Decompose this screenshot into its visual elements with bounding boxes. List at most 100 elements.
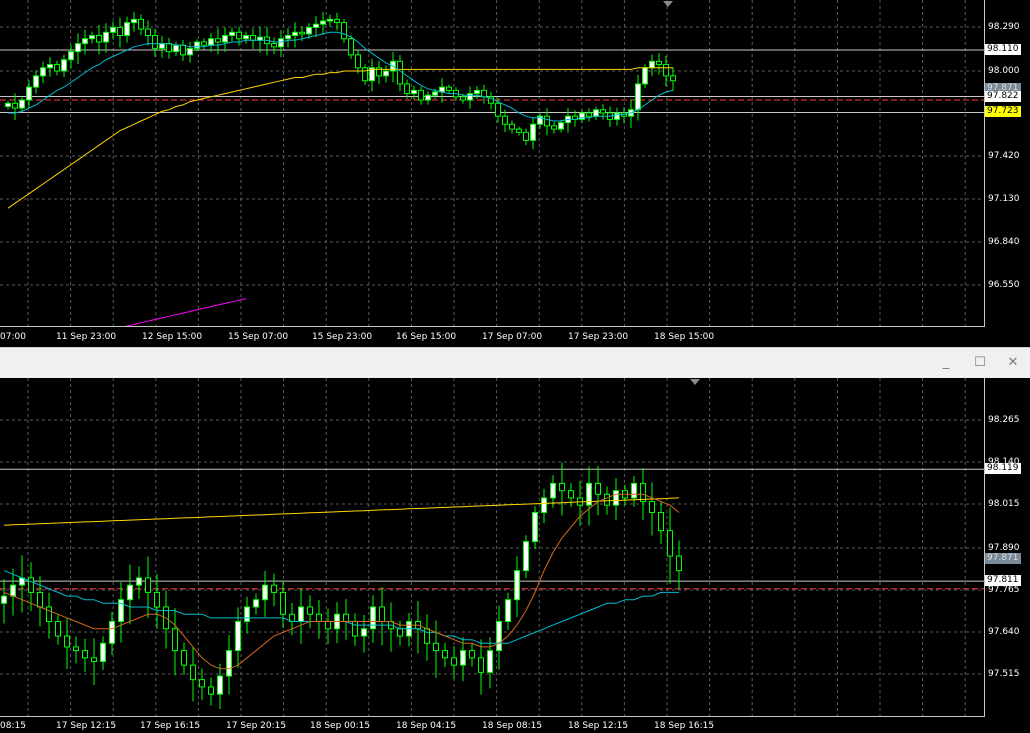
candle-body <box>600 109 606 114</box>
price-level-box[interactable]: 98.110 <box>985 44 1021 56</box>
candle-body <box>327 18 333 22</box>
time-tick-label: 17 Sep 23:00 <box>568 332 629 342</box>
candle-body <box>12 102 18 109</box>
price-plot-area[interactable] <box>0 0 985 327</box>
candle-body <box>271 43 277 48</box>
candle-body <box>325 621 331 630</box>
time-tick-label: 18 Sep 16:15 <box>654 721 715 731</box>
price-level-box[interactable]: 97.811 <box>985 575 1021 587</box>
candle-body <box>199 679 205 688</box>
candle-body <box>235 621 241 652</box>
moving-average-slow <box>7 67 673 209</box>
maximize-icon[interactable]: ☐ <box>970 354 990 372</box>
candle-body <box>635 83 641 111</box>
candle-body <box>568 490 574 499</box>
candlestick-chart-top <box>0 0 984 326</box>
price-axis[interactable]: 98.290 98.000 97.420 97.130 96.840 96.550 98.1… <box>985 0 1030 326</box>
price-tick-label: 96.550 <box>988 280 1020 290</box>
candle-body <box>341 22 347 40</box>
candle-body <box>495 102 501 117</box>
candle-body <box>110 26 116 33</box>
candle-body <box>127 584 133 601</box>
candle-body <box>154 591 160 608</box>
candle-body <box>362 67 368 82</box>
candle-body <box>194 41 200 49</box>
candle-body <box>334 18 340 24</box>
candle-body <box>1 595 7 604</box>
minimize-icon[interactable]: _ <box>936 354 956 372</box>
candle-body <box>505 599 511 623</box>
candle-body <box>91 657 97 662</box>
candle-body <box>278 38 284 48</box>
candle-body <box>187 47 193 56</box>
price-level-box[interactable]: 98.119 <box>985 463 1021 475</box>
time-tick-label: 15 Sep 07:00 <box>228 332 289 342</box>
time-axis[interactable]: 07:00 11 Sep 23:00 12 Sep 15:00 15 Sep 07:0… <box>0 330 984 344</box>
candle-body <box>530 123 536 141</box>
price-tick-label: 97.890 <box>988 543 1020 553</box>
candle-body <box>159 43 165 49</box>
chart-window-top[interactable]: 98.290 98.000 97.420 97.130 96.840 96.550 98.1… <box>0 0 1030 347</box>
candle-body <box>404 83 410 95</box>
candle-body <box>55 621 61 637</box>
candle-body <box>173 44 179 53</box>
candle-body <box>432 91 438 96</box>
candle-body <box>26 86 32 101</box>
candle-body <box>28 577 34 593</box>
price-tick-label: 98.265 <box>988 415 1020 425</box>
candle-body <box>100 642 106 662</box>
candle-body <box>180 44 186 56</box>
candle-body <box>5 102 11 108</box>
time-axis[interactable]: 08:15 17 Sep 12:15 17 Sep 16:15 17 Sep 20:1… <box>0 719 984 733</box>
candle-body <box>551 125 557 130</box>
candle-body <box>514 570 520 601</box>
price-level-box[interactable]: 97.871 <box>985 553 1021 565</box>
candle-body <box>593 109 599 117</box>
candle-body <box>226 650 232 677</box>
candle-body <box>124 22 130 37</box>
candle-body <box>418 89 424 101</box>
close-icon[interactable]: ✕ <box>1003 354 1023 372</box>
time-tick-label: 17 Sep 07:00 <box>482 332 543 342</box>
price-level-box[interactable]: 97.723 <box>985 106 1021 118</box>
candle-body <box>61 59 67 72</box>
price-plot-area[interactable] <box>0 378 985 717</box>
candle-body <box>446 86 452 91</box>
time-tick-label: 18 Sep 12:15 <box>568 721 629 731</box>
candle-body <box>523 541 529 572</box>
candle-body <box>541 497 547 513</box>
candle-body <box>343 613 349 623</box>
price-level-box[interactable]: 97.822 <box>985 90 1021 102</box>
candle-body <box>649 501 655 513</box>
candle-body <box>442 650 448 659</box>
candle-body <box>236 31 242 40</box>
candle-body <box>19 99 25 109</box>
candle-body <box>658 511 664 532</box>
candle-body <box>595 482 601 495</box>
candle-body <box>642 67 648 85</box>
candle-body <box>307 606 313 615</box>
candle-body <box>47 64 53 69</box>
candle-body <box>451 657 457 666</box>
price-tick-label: 98.290 <box>988 22 1020 32</box>
chart-shift-marker[interactable] <box>690 379 700 385</box>
candle-body <box>229 31 235 37</box>
chart-window-title-bar[interactable]: _ ☐ ✕ <box>0 347 1030 379</box>
moving-average-slow <box>3 497 680 526</box>
candle-body <box>75 43 81 53</box>
candlestick-chart-bottom <box>0 378 984 716</box>
time-tick-label: 15 Sep 23:00 <box>312 332 373 342</box>
price-tick-label: 98.015 <box>988 499 1020 509</box>
time-tick-label: 12 Sep 15:00 <box>142 332 203 342</box>
chart-shift-marker[interactable] <box>663 1 673 7</box>
candle-body <box>152 35 158 49</box>
price-tick-label: 97.765 <box>988 585 1020 595</box>
candle-body <box>306 26 312 35</box>
time-tick-label: 17 Sep 20:15 <box>226 721 287 731</box>
candle-body <box>424 628 430 644</box>
candle-body <box>425 94 431 101</box>
chart-window-bottom[interactable]: 98.265 98.140 98.015 97.890 97.765 97.640 97.5… <box>0 378 1030 733</box>
price-axis[interactable]: 98.265 98.140 98.015 97.890 97.765 97.640 97.5… <box>985 378 1030 716</box>
time-tick-label: 18 Sep 04:15 <box>396 721 457 731</box>
time-tick-label: 16 Sep 15:00 <box>396 332 457 342</box>
